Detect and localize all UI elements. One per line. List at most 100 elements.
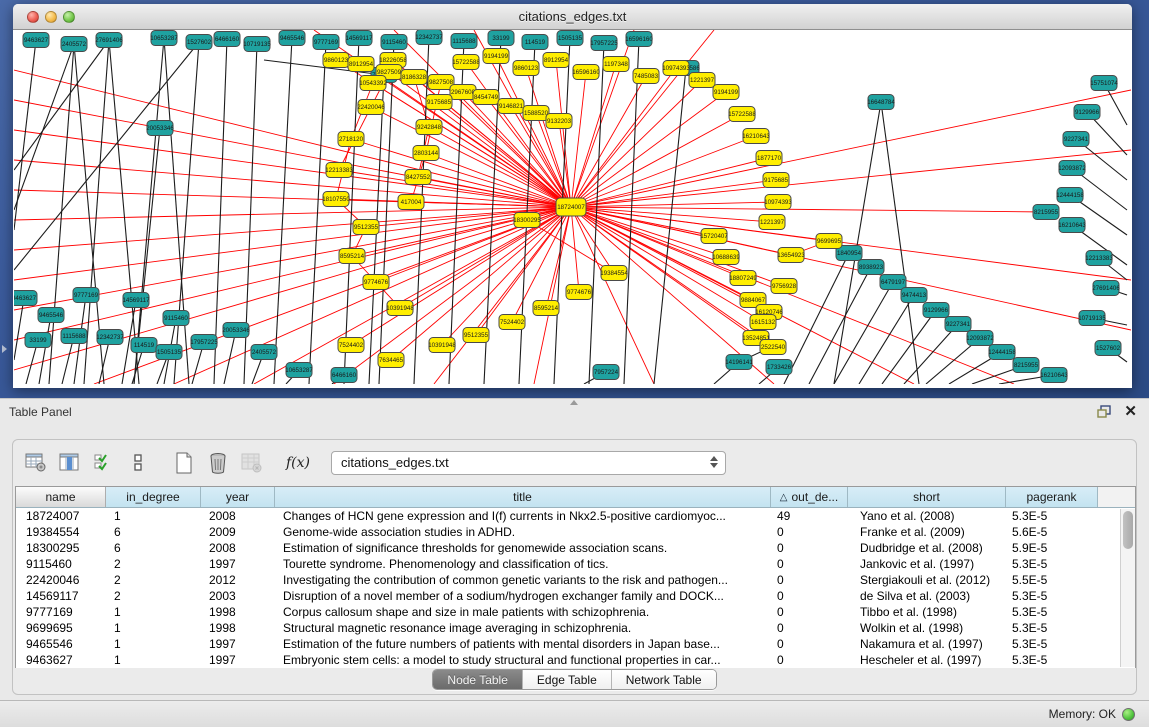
cell-in_degree[interactable]: 6 <box>106 524 201 540</box>
graph-node[interactable]: 15720407 <box>700 229 728 244</box>
cell-name[interactable]: 14569117 <box>16 588 106 604</box>
cell-pagerank[interactable]: 5.3E-5 <box>1006 508 1098 524</box>
select-columns-icon[interactable] <box>91 450 117 476</box>
cell-name[interactable]: 9115460 <box>16 556 106 572</box>
row-height-icon[interactable] <box>125 450 151 476</box>
graph-node[interactable]: 2522540 <box>760 340 786 355</box>
graph-node[interactable]: 8912954 <box>543 53 569 68</box>
table-row[interactable]: 1830029562008Estimation of significance … <box>16 540 1135 556</box>
cell-short[interactable]: Franke et al. (2009) <box>848 524 1006 540</box>
graph-node[interactable]: 1505135 <box>557 31 583 46</box>
cell-out_degree[interactable]: 0 <box>771 620 848 636</box>
graph-node[interactable]: 9774676 <box>566 285 592 300</box>
graph-node[interactable]: 18107550 <box>322 192 350 207</box>
cell-title[interactable]: Embryonic stem cells: a model to study s… <box>275 652 771 668</box>
graph-node[interactable]: 16596160 <box>625 32 653 47</box>
cell-out_degree[interactable]: 0 <box>771 524 848 540</box>
graph-node[interactable]: 9465546 <box>38 308 64 323</box>
cell-out_degree[interactable]: 0 <box>771 540 848 556</box>
graph-node[interactable]: 9175685 <box>426 95 452 110</box>
graph-node[interactable]: 9194199 <box>483 49 509 64</box>
close-panel-icon[interactable]: ✕ <box>1124 404 1137 419</box>
graph-node[interactable]: 9463627 <box>23 33 49 48</box>
graph-node[interactable]: 9129966 <box>1074 105 1100 120</box>
cell-in_degree[interactable]: 1 <box>106 604 201 620</box>
graph-node[interactable]: 1505135 <box>156 345 182 360</box>
cell-name[interactable]: 9699695 <box>16 620 106 636</box>
graph-node[interactable]: 2718120 <box>338 132 364 147</box>
citation-network-graph[interactable]: 9463627240557227691406106532871527602646… <box>14 30 1131 384</box>
graph-node[interactable]: 12342737 <box>415 30 443 45</box>
graph-node[interactable]: 33199 <box>488 31 514 46</box>
cell-out_degree[interactable]: 0 <box>771 652 848 668</box>
graph-node[interactable]: 19384554 <box>600 266 628 281</box>
graph-node[interactable]: 9132203 <box>546 114 572 129</box>
cell-short[interactable]: Wolkin et al. (1998) <box>848 620 1006 636</box>
graph-node[interactable]: 9194199 <box>713 85 739 100</box>
graph-node[interactable]: 1877170 <box>756 151 782 166</box>
graph-node[interactable]: 9860123 <box>513 61 539 76</box>
graph-node[interactable]: 9146821 <box>498 99 524 114</box>
cell-title[interactable]: Disruption of a novel member of a sodium… <box>275 588 771 604</box>
graph-node[interactable]: 9512355 <box>463 328 489 343</box>
table-row[interactable]: 946554611997Estimation of the future num… <box>16 636 1135 652</box>
graph-node[interactable]: 1221397 <box>689 73 715 88</box>
graph-node[interactable]: 8427552 <box>405 170 431 185</box>
cell-year[interactable]: 1997 <box>201 556 275 572</box>
graph-node[interactable]: 1733426 <box>766 360 792 375</box>
graph-node[interactable]: 1197348 <box>603 57 629 72</box>
cell-out_degree[interactable]: 0 <box>771 588 848 604</box>
cell-pagerank[interactable]: 5.3E-5 <box>1006 556 1098 572</box>
graph-node[interactable]: 6466160 <box>214 32 240 47</box>
graph-node[interactable]: 10543392 <box>359 76 387 91</box>
cell-in_degree[interactable]: 6 <box>106 540 201 556</box>
cell-short[interactable]: Tibbo et al. (1998) <box>848 604 1006 620</box>
cell-title[interactable]: Structural magnetic resonance image aver… <box>275 620 771 636</box>
graph-node[interactable]: 10974393 <box>662 61 690 76</box>
graph-node[interactable]: 8595214 <box>533 301 559 316</box>
graph-node[interactable]: 15722588 <box>452 55 480 70</box>
tab-edge-table[interactable]: Edge Table <box>523 670 612 689</box>
cell-name[interactable]: 18724007 <box>16 508 106 524</box>
graph-node[interactable]: 6466160 <box>331 368 357 383</box>
graph-node[interactable]: 8454749 <box>473 90 499 105</box>
graph-node[interactable]: 9115460 <box>381 35 407 50</box>
graph-node[interactable]: 9463627 <box>14 291 37 306</box>
graph-node[interactable]: 10719135 <box>1078 311 1106 326</box>
graph-node[interactable]: 8912954 <box>348 57 374 72</box>
table-row[interactable]: 911546021997Tourette syndrome. Phenomeno… <box>16 556 1135 572</box>
graph-node[interactable]: 9512355 <box>353 220 379 235</box>
graph-node[interactable]: 15751074 <box>1090 76 1118 91</box>
cell-year[interactable]: 1998 <box>201 620 275 636</box>
graph-node[interactable]: 27691406 <box>1092 281 1120 296</box>
cell-pagerank[interactable]: 5.3E-5 <box>1006 652 1098 668</box>
graph-node[interactable]: 27691406 <box>95 33 123 48</box>
graph-node[interactable]: 17957225 <box>590 36 618 51</box>
cell-name[interactable]: 19384554 <box>16 524 106 540</box>
cell-short[interactable]: Yano et al. (2008) <box>848 508 1006 524</box>
split-pane-collapse-handle[interactable] <box>570 400 578 405</box>
table-row[interactable]: 1456911722003Disruption of a novel membe… <box>16 588 1135 604</box>
cell-title[interactable]: Changes of HCN gene expression and I(f) … <box>275 508 771 524</box>
graph-node[interactable]: 12213383 <box>325 163 353 178</box>
cell-title[interactable]: Genome-wide association studies in ADHD. <box>275 524 771 540</box>
cell-out_degree[interactable]: 0 <box>771 636 848 652</box>
table-row[interactable]: 946362711997Embryonic stem cells: a mode… <box>16 652 1135 668</box>
graph-node[interactable]: 9129966 <box>923 303 949 318</box>
graph-node[interactable]: 16210643 <box>1058 218 1086 233</box>
cell-out_degree[interactable]: 0 <box>771 604 848 620</box>
new-file-icon[interactable] <box>171 450 197 476</box>
graph-node[interactable]: 10688639 <box>712 250 740 265</box>
cell-out_degree[interactable]: 49 <box>771 508 848 524</box>
graph-node[interactable]: 9774676 <box>363 275 389 290</box>
cell-in_degree[interactable]: 1 <box>106 508 201 524</box>
graph-node[interactable]: 16210643 <box>1040 368 1068 383</box>
cell-out_degree[interactable]: 0 <box>771 556 848 572</box>
graph-node[interactable]: 10719135 <box>243 37 271 52</box>
cell-title[interactable]: Corpus callosum shape and size in male p… <box>275 604 771 620</box>
column-header-pagerank[interactable]: pagerank <box>1006 487 1098 507</box>
graph-node[interactable]: 14196141 <box>725 355 753 370</box>
table-settings-icon[interactable] <box>23 450 49 476</box>
graph-node[interactable]: 20053346 <box>222 323 250 338</box>
graph-node[interactable]: 1527602 <box>186 35 212 50</box>
